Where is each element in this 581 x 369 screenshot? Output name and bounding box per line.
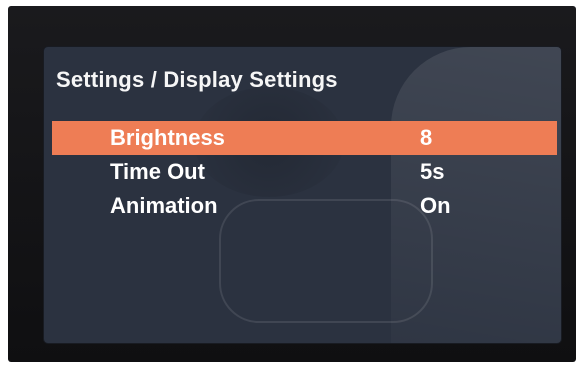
menu-item-value: On <box>420 193 451 218</box>
menu-item-label: Animation <box>110 193 218 218</box>
menu-item-label: Brightness <box>110 125 225 150</box>
menu-item-value: 8 <box>420 125 433 150</box>
page-title: Settings / Display Settings <box>56 67 338 92</box>
menu-item-animation[interactable]: Animation On <box>44 189 561 223</box>
menu-item-value: 5s <box>420 159 445 184</box>
menu-item-label: Time Out <box>110 159 205 184</box>
menu-item-time-out[interactable]: Time Out 5s <box>44 155 561 189</box>
menu-item-brightness[interactable]: Brightness 8 <box>52 121 557 155</box>
device-bezel: Settings / Display Settings Brightness 8… <box>8 6 576 362</box>
display-screen: Settings / Display Settings Brightness 8… <box>44 47 561 343</box>
settings-menu: Brightness 8 Time Out 5s Animation On <box>44 121 561 223</box>
